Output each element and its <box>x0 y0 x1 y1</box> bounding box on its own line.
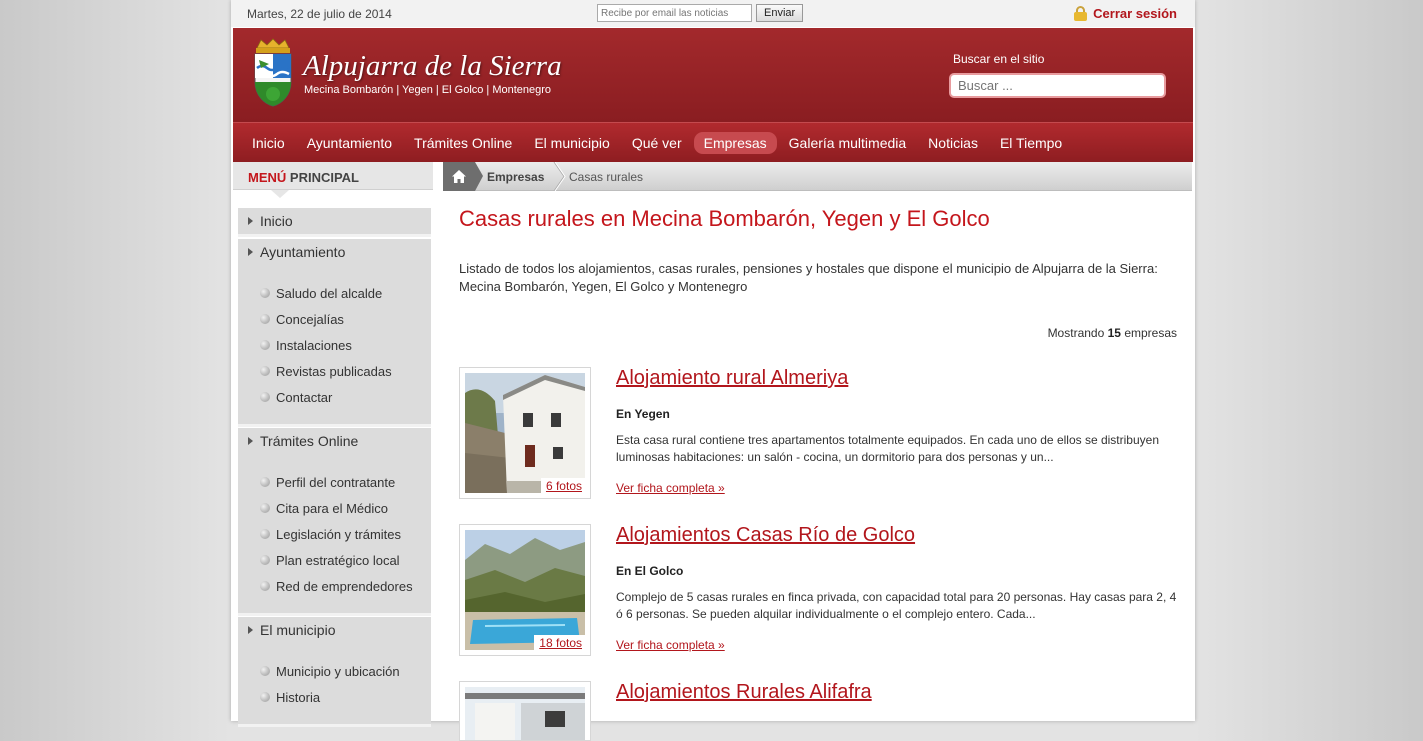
sidebar-heading-pointer <box>271 190 289 198</box>
listing-item: 6 fotos Alojamiento rural Almeriya En Ye… <box>459 367 1179 507</box>
lock-icon <box>1074 6 1088 21</box>
arrow-right-icon <box>248 217 253 225</box>
sidebar-subitem-contactar[interactable]: Contactar <box>238 384 431 410</box>
sidebar-heading: MENÚ PRINCIPAL <box>233 162 433 198</box>
listing-description: Esta casa rural contiene tres apartament… <box>616 433 1159 464</box>
arrow-right-icon <box>248 437 253 445</box>
newsletter-send-button[interactable]: Enviar <box>756 4 804 22</box>
sidebar-subitem-saludo-del-alcalde[interactable]: Saludo del alcalde <box>238 280 431 306</box>
sidebar-subitem-historia[interactable]: Historia <box>238 684 431 710</box>
listing-title-link[interactable]: Alojamientos Casas Río de Golco <box>616 524 915 547</box>
nav-item-galeria-multimedia[interactable]: Galería multimedia <box>779 132 917 154</box>
arrow-right-icon <box>248 626 253 634</box>
listing-item: Alojamientos Rurales Alifafra <box>459 681 1179 741</box>
nav-item-que-ver[interactable]: Qué ver <box>622 132 692 154</box>
bullet-icon <box>260 581 270 591</box>
bullet-icon <box>260 503 270 513</box>
listing-more-link[interactable]: Ver ficha completa » <box>616 481 725 495</box>
logout-link[interactable]: Cerrar sesión <box>1074 6 1177 21</box>
listing-thumbnail[interactable]: 18 fotos <box>459 524 591 656</box>
listing-title-link[interactable]: Alojamientos Rurales Alifafra <box>616 681 872 704</box>
main-content: Empresas Casas rurales Casas rurales en … <box>443 162 1192 741</box>
listing-more-link[interactable]: Ver ficha completa » <box>616 638 725 652</box>
sidebar-subitem-revistas-publicadas[interactable]: Revistas publicadas <box>238 358 431 384</box>
nav-item-tramites-online[interactable]: Trámites Online <box>404 132 522 154</box>
sidebar-subitem-cita-para-el-medico[interactable]: Cita para el Médico <box>238 495 431 521</box>
breadcrumb-separator-icon <box>553 162 566 191</box>
sidebar-item-ayuntamiento[interactable]: Ayuntamiento <box>238 239 431 265</box>
listing-location: En Yegen <box>616 407 670 421</box>
bullet-icon <box>260 288 270 298</box>
newsletter-form: Enviar <box>597 4 804 22</box>
page: Martes, 22 de julio de 2014 Enviar Cerra… <box>231 0 1195 741</box>
bullet-icon <box>260 555 270 565</box>
nav-item-el-municipio[interactable]: El municipio <box>524 132 619 154</box>
results-count: Mostrando 15 empresas <box>1047 326 1177 340</box>
bullet-icon <box>260 529 270 539</box>
sidebar-subitem-instalaciones[interactable]: Instalaciones <box>238 332 431 358</box>
sidebar-section-el-municipio: El municipio Municipio y ubicación Histo… <box>238 617 431 727</box>
sidebar-subitem-red-de-emprendedores[interactable]: Red de emprendedores <box>238 573 431 599</box>
sidebar-item-tramites-online[interactable]: Trámites Online <box>238 428 431 454</box>
bullet-icon <box>260 340 270 350</box>
results-count-value: 15 <box>1107 326 1121 340</box>
main-navigation: Inicio Ayuntamiento Trámites Online El m… <box>233 122 1193 162</box>
breadcrumb-casas-rurales: Casas rurales <box>569 170 644 184</box>
search-label: Buscar en el sitio <box>953 52 1045 66</box>
bullet-icon <box>260 314 270 324</box>
listing-photo-almeriya <box>465 373 585 493</box>
nav-item-empresas[interactable]: Empresas <box>693 131 777 154</box>
breadcrumb-home[interactable] <box>443 162 483 191</box>
bullet-icon <box>260 366 270 376</box>
sidebar-subitem-municipio-y-ubicacion[interactable]: Municipio y ubicación <box>238 658 431 684</box>
search-input[interactable] <box>949 73 1166 98</box>
listing-photos-link[interactable]: 18 fotos <box>534 635 585 650</box>
crest-logo[interactable] <box>251 38 295 114</box>
nav-item-inicio[interactable]: Inicio <box>242 132 295 154</box>
site-subtitle: Mecina Bombarón | Yegen | El Golco | Mon… <box>304 84 552 96</box>
sidebar-section-tramites-online: Trámites Online Perfil del contratante C… <box>238 428 431 616</box>
listing-photos-link[interactable]: 6 fotos <box>540 478 585 493</box>
listing-photo-rio-de-golco <box>465 530 585 650</box>
listing-thumbnail[interactable]: 6 fotos <box>459 367 591 499</box>
sidebar-subitem-concejalias[interactable]: Concejalías <box>238 306 431 332</box>
sidebar-subitem-perfil-del-contratante[interactable]: Perfil del contratante <box>238 469 431 495</box>
top-bar: Martes, 22 de julio de 2014 Enviar Cerra… <box>231 0 1195 27</box>
listing-thumbnail[interactable] <box>459 681 591 741</box>
current-date: Martes, 22 de julio de 2014 <box>247 7 392 21</box>
nav-item-el-tiempo[interactable]: El Tiempo <box>990 132 1072 154</box>
sidebar-item-inicio[interactable]: Inicio <box>238 208 431 234</box>
page-title: Casas rurales en Mecina Bombarón, Yegen … <box>459 206 990 231</box>
bullet-icon <box>260 692 270 702</box>
page-intro: Listado de todos los alojamientos, casas… <box>459 261 1158 294</box>
arrow-right-icon <box>248 248 253 256</box>
site-header: Alpujarra de la Sierra Mecina Bombarón |… <box>233 28 1193 122</box>
bullet-icon <box>260 392 270 402</box>
listing-description: Complejo de 5 casas rurales en finca pri… <box>616 590 1177 621</box>
listing-title-link[interactable]: Alojamiento rural Almeriya <box>616 367 848 390</box>
listing-item: 18 fotos Alojamientos Casas Río de Golco… <box>459 524 1179 664</box>
sidebar-section-ayuntamiento: Ayuntamiento Saludo del alcalde Concejal… <box>238 239 431 427</box>
newsletter-email-input[interactable] <box>597 4 752 22</box>
sidebar-item-el-municipio[interactable]: El municipio <box>238 617 431 643</box>
home-icon <box>452 170 466 183</box>
breadcrumb-empresas[interactable]: Empresas <box>487 170 544 184</box>
nav-item-noticias[interactable]: Noticias <box>918 132 988 154</box>
sidebar-heading-text: PRINCIPAL <box>289 170 360 185</box>
sidebar-subitem-legislacion-y-tramites[interactable]: Legislación y trámites <box>238 521 431 547</box>
bullet-icon <box>260 666 270 676</box>
sidebar-section-inicio: Inicio <box>238 208 431 237</box>
listing-location: En El Golco <box>616 564 684 578</box>
sidebar-heading-accent: MENÚ <box>248 170 287 185</box>
bullet-icon <box>260 477 270 487</box>
site-title[interactable]: Alpujarra de la Sierra <box>303 50 562 83</box>
sidebar: MENÚ PRINCIPAL Inicio Ayuntamiento Salud… <box>233 162 433 727</box>
nav-item-ayuntamiento[interactable]: Ayuntamiento <box>297 132 402 154</box>
breadcrumb: Empresas Casas rurales <box>443 162 1192 191</box>
logout-label: Cerrar sesión <box>1093 6 1177 21</box>
listing-photo-alifafra <box>465 687 585 740</box>
sidebar-subitem-plan-estrategico-local[interactable]: Plan estratégico local <box>238 547 431 573</box>
